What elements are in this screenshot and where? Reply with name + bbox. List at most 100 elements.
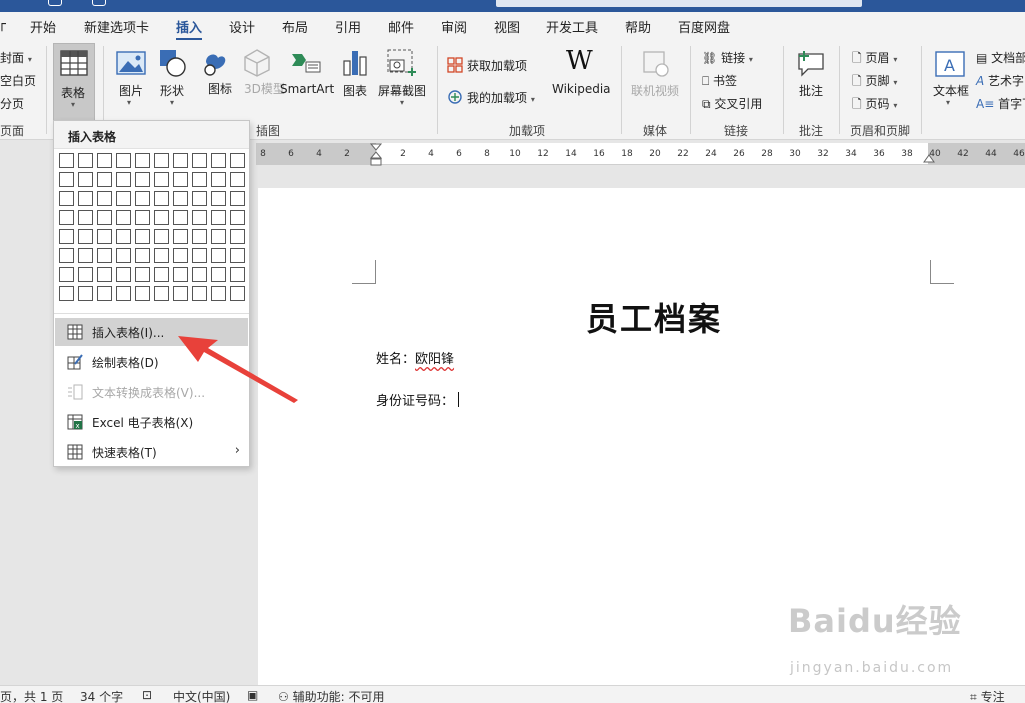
page-count[interactable]: 页，共 1 页 — [0, 688, 63, 703]
table-grid-cell[interactable] — [154, 286, 169, 301]
table-grid-cell[interactable] — [97, 229, 112, 244]
word-count[interactable]: 34 个字 — [80, 688, 123, 703]
table-grid-cell[interactable] — [78, 172, 93, 187]
table-grid-cell[interactable] — [78, 267, 93, 282]
table-grid-cell[interactable] — [192, 286, 207, 301]
search-box[interactable] — [496, 0, 862, 7]
page-break-button[interactable]: 分页 — [0, 95, 24, 112]
tab-view[interactable]: 视图 — [494, 17, 520, 36]
table-grid-cell[interactable] — [135, 229, 150, 244]
icons-button[interactable]: 图标 — [208, 82, 232, 96]
table-grid-cell[interactable] — [211, 172, 226, 187]
get-addins-button[interactable]: 获取加载项 — [467, 57, 527, 74]
horizontal-ruler[interactable]: 8 6 4 2 2 4 6 8 10 12 14 16 18 20 22 24 … — [256, 143, 1025, 167]
tab-developer[interactable]: 开发工具 — [546, 17, 598, 36]
cover-page-button[interactable]: 封面 ▾ — [0, 49, 32, 66]
table-grid-cell[interactable] — [97, 172, 112, 187]
table-grid-cell[interactable] — [78, 153, 93, 168]
tab-home[interactable]: 开始 — [30, 17, 56, 36]
table-grid-cell[interactable] — [135, 267, 150, 282]
table-grid-cell[interactable] — [116, 153, 131, 168]
table-grid-cell[interactable] — [154, 172, 169, 187]
table-grid-cell[interactable] — [135, 286, 150, 301]
footer-button[interactable]: 🗋 页脚 ▾ — [852, 72, 897, 93]
wikipedia-button[interactable]: Wikipedia — [552, 82, 611, 96]
macro-icon[interactable]: ▣ — [247, 688, 258, 702]
excel-table-menu-item[interactable]: x Excel 电子表格(X) — [55, 408, 248, 436]
table-grid-cell[interactable] — [154, 153, 169, 168]
focus-button[interactable]: ⌗ 专注 — [970, 688, 1005, 703]
table-grid-cell[interactable] — [230, 210, 245, 225]
tab-insert[interactable]: 插入 — [176, 17, 203, 41]
save-icon[interactable] — [48, 0, 62, 6]
table-grid-cell[interactable] — [230, 229, 245, 244]
table-grid-cell[interactable] — [59, 191, 74, 206]
table-grid-cell[interactable] — [173, 191, 188, 206]
textbox-button[interactable]: 文本框 — [933, 82, 969, 99]
doc-parts-button[interactable]: ▤ 文档部件 — [976, 49, 1025, 66]
table-grid-cell[interactable] — [59, 172, 74, 187]
table-grid-cell[interactable] — [173, 286, 188, 301]
tab-review[interactable]: 审阅 — [441, 17, 467, 36]
table-grid-cell[interactable] — [116, 267, 131, 282]
tab-references[interactable]: 引用 — [335, 17, 361, 36]
table-grid-cell[interactable] — [192, 229, 207, 244]
wordart-button[interactable]: A 艺术字 — [976, 72, 1024, 89]
table-grid-cell[interactable] — [173, 210, 188, 225]
screenshot-button[interactable]: 屏幕截图 — [378, 82, 426, 99]
table-grid-cell[interactable] — [59, 286, 74, 301]
table-grid-cell[interactable] — [192, 210, 207, 225]
table-grid-cell[interactable] — [135, 172, 150, 187]
table-grid-cell[interactable] — [173, 172, 188, 187]
table-grid-cell[interactable] — [78, 248, 93, 263]
table-grid-cell[interactable] — [97, 191, 112, 206]
table-grid-cell[interactable] — [116, 229, 131, 244]
table-grid-cell[interactable] — [116, 248, 131, 263]
cross-reference-button[interactable]: ⧉ 交叉引用 — [702, 95, 762, 112]
3d-model-button[interactable]: 3D模型 — [244, 82, 285, 96]
table-grid-cell[interactable] — [59, 267, 74, 282]
table-grid-cell[interactable] — [230, 267, 245, 282]
table-grid-cell[interactable] — [211, 286, 226, 301]
table-grid-cell[interactable] — [154, 210, 169, 225]
tab-help[interactable]: 帮助 — [625, 17, 651, 36]
table-grid-cell[interactable] — [135, 248, 150, 263]
table-grid-cell[interactable] — [230, 172, 245, 187]
picture-button[interactable]: 图片 — [119, 82, 143, 99]
table-grid-cell[interactable] — [230, 248, 245, 263]
table-grid-cell[interactable] — [78, 210, 93, 225]
table-grid-cell[interactable] — [230, 153, 245, 168]
table-grid-cell[interactable] — [230, 191, 245, 206]
table-grid-cell[interactable] — [97, 153, 112, 168]
tab-layout[interactable]: 布局 — [282, 17, 308, 36]
right-indent-marker-icon[interactable] — [923, 153, 935, 163]
accessibility-status[interactable]: ⚇ 辅助功能: 不可用 — [278, 688, 384, 703]
table-grid-cell[interactable] — [211, 210, 226, 225]
bookmark-button[interactable]: ⎕ 书签 — [702, 72, 737, 89]
table-grid-cell[interactable] — [173, 229, 188, 244]
table-grid-cell[interactable] — [59, 229, 74, 244]
link-button[interactable]: ⛓ 链接 ▾ — [702, 49, 753, 66]
table-grid-cell[interactable] — [211, 248, 226, 263]
tab-baidu[interactable]: 百度网盘 — [678, 17, 730, 36]
table-grid-cell[interactable] — [59, 248, 74, 263]
table-grid-cell[interactable] — [230, 286, 245, 301]
header-button[interactable]: 🗋 页眉 ▾ — [852, 49, 897, 70]
table-grid-cell[interactable] — [154, 248, 169, 263]
table-grid-cell[interactable] — [211, 153, 226, 168]
table-grid-cell[interactable] — [192, 191, 207, 206]
table-grid-cell[interactable] — [116, 210, 131, 225]
table-grid-cell[interactable] — [154, 229, 169, 244]
table-grid-cell[interactable] — [173, 153, 188, 168]
table-grid-cell[interactable] — [97, 267, 112, 282]
tab-new[interactable]: 新建选项卡 — [84, 17, 149, 36]
table-grid-cell[interactable] — [97, 286, 112, 301]
table-grid-cell[interactable] — [211, 229, 226, 244]
table-grid-cell[interactable] — [135, 191, 150, 206]
indent-marker-icon[interactable] — [370, 143, 382, 167]
my-addins-button[interactable]: 我的加载项 ▾ — [467, 89, 535, 106]
tab-mailings[interactable]: 邮件 — [388, 17, 414, 36]
table-grid-cell[interactable] — [135, 153, 150, 168]
shapes-button[interactable]: 形状 — [160, 82, 184, 99]
table-grid-cell[interactable] — [59, 210, 74, 225]
